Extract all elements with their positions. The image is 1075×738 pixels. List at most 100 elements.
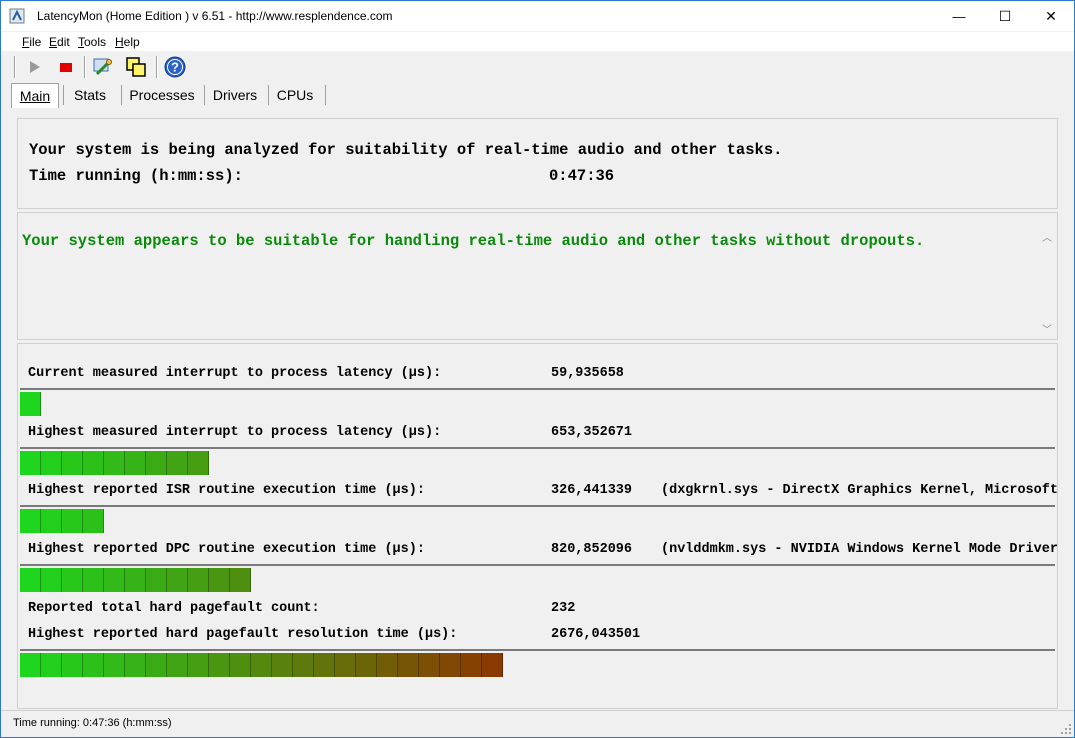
close-button[interactable]: ✕	[1028, 1, 1074, 31]
bar-segment	[335, 653, 356, 677]
bar-segment	[209, 568, 230, 592]
bar-segment	[83, 451, 104, 475]
toolbar-separator	[14, 56, 16, 78]
pagefault-time-bar	[20, 649, 1055, 677]
analysis-status-text: Your system is being analyzed for suitab…	[29, 141, 783, 159]
bar-segment	[146, 653, 167, 677]
start-button[interactable]	[23, 55, 47, 79]
menu-tools[interactable]: Tools	[78, 35, 106, 49]
current-latency-value: 59,935658	[551, 366, 624, 381]
minimize-icon: —	[952, 8, 966, 24]
window-title: LatencyMon (Home Edition ) v 6.51 - http…	[37, 9, 393, 23]
play-icon	[30, 61, 40, 73]
menu-help[interactable]: Help	[115, 35, 140, 49]
bar-segment	[230, 568, 251, 592]
bar-segment	[188, 653, 209, 677]
bar-segment	[41, 568, 62, 592]
bar-segment	[167, 653, 188, 677]
isr-time-bar-fill	[20, 509, 104, 533]
pagefault-time-bar-fill	[20, 653, 503, 677]
result-message: Your system appears to be suitable for h…	[22, 232, 925, 250]
dpc-time-bar-fill	[20, 568, 251, 592]
bar-segment	[20, 392, 41, 416]
bar-segment	[20, 509, 41, 533]
result-panel: Your system appears to be suitable for h…	[17, 212, 1058, 340]
bar-segment	[62, 653, 83, 677]
tab-drivers[interactable]: Drivers	[207, 83, 263, 107]
bar-segment	[83, 653, 104, 677]
current-latency-bar	[20, 388, 1055, 416]
bar-segment	[125, 568, 146, 592]
isr-driver-info: (dxgkrnl.sys - DirectX Graphics Kernel, …	[661, 483, 1058, 498]
pagefault-time-label: Highest reported hard pagefault resoluti…	[28, 627, 458, 642]
bar-segment	[314, 653, 335, 677]
bar-segment	[41, 653, 62, 677]
highest-latency-label: Highest measured interrupt to process la…	[28, 425, 442, 440]
help-icon: ?	[164, 56, 186, 78]
bar-segment	[104, 451, 125, 475]
bar-segment	[251, 653, 272, 677]
resize-grip-icon[interactable]	[1060, 723, 1072, 735]
analysis-info-panel: Your system is being analyzed for suitab…	[17, 118, 1058, 209]
tab-stats[interactable]: Stats	[67, 83, 113, 107]
stop-button[interactable]	[54, 55, 78, 79]
menu-bar: File Edit Tools Help	[1, 32, 1074, 51]
properties-button[interactable]	[90, 55, 114, 79]
bar-segment	[230, 653, 251, 677]
tab-divider	[204, 85, 205, 105]
metrics-panel: Current measured interrupt to process la…	[17, 343, 1058, 709]
bar-segment	[419, 653, 440, 677]
minimize-button[interactable]: —	[936, 1, 982, 31]
tab-divider	[268, 85, 269, 105]
bar-segment	[20, 451, 41, 475]
bar-segment	[125, 451, 146, 475]
dpc-time-bar	[20, 564, 1055, 592]
highest-latency-bar	[20, 447, 1055, 475]
bar-segment	[62, 568, 83, 592]
bar-segment	[83, 568, 104, 592]
time-running-value: 0:47:36	[549, 167, 615, 185]
isr-time-bar	[20, 505, 1055, 533]
title-bar[interactable]: LatencyMon (Home Edition ) v 6.51 - http…	[1, 1, 1074, 31]
pagefault-time-value: 2676,043501	[551, 627, 641, 642]
bar-segment	[398, 653, 419, 677]
pagefault-count-value: 232	[551, 601, 576, 616]
highest-latency-bar-fill	[20, 451, 209, 475]
scroll-up-icon[interactable]: ︿	[1041, 233, 1053, 245]
current-latency-label: Current measured interrupt to process la…	[28, 366, 442, 381]
bar-segment	[146, 568, 167, 592]
isr-time-value: 326,441339	[551, 483, 633, 498]
properties-icon	[93, 58, 112, 76]
bar-segment	[41, 451, 62, 475]
help-button[interactable]: ?	[163, 55, 187, 79]
windows-icon	[126, 57, 146, 77]
scroll-down-icon[interactable]: ﹀	[1041, 325, 1053, 337]
status-text: Time running: 0:47:36 (h:mm:ss)	[13, 717, 172, 729]
menu-file[interactable]: File	[22, 35, 41, 49]
app-window: LatencyMon (Home Edition ) v 6.51 - http…	[0, 0, 1075, 738]
bar-segment	[482, 653, 503, 677]
toolbar-separator	[84, 56, 86, 78]
menu-edit[interactable]: Edit	[49, 35, 70, 49]
bar-segment	[62, 451, 83, 475]
bar-segment	[188, 451, 209, 475]
stop-icon	[60, 63, 72, 72]
bar-segment	[356, 653, 377, 677]
bar-segment	[62, 509, 83, 533]
bar-segment	[293, 653, 314, 677]
tab-divider	[121, 85, 122, 105]
bar-segment	[104, 568, 125, 592]
close-icon: ✕	[1045, 7, 1057, 24]
windows-button[interactable]	[124, 55, 148, 79]
bar-segment	[83, 509, 104, 533]
tab-cpus[interactable]: CPUs	[272, 83, 318, 107]
bar-segment	[209, 653, 230, 677]
maximize-button[interactable]: ☐	[982, 1, 1028, 31]
maximize-icon: ☐	[998, 7, 1012, 24]
status-bar: Time running: 0:47:36 (h:mm:ss)	[1, 710, 1074, 737]
bar-segment	[377, 653, 398, 677]
tab-divider	[63, 85, 64, 105]
tab-main[interactable]: Main	[11, 83, 59, 108]
tab-processes[interactable]: Processes	[125, 83, 199, 107]
toolbar: ?	[1, 52, 1074, 82]
